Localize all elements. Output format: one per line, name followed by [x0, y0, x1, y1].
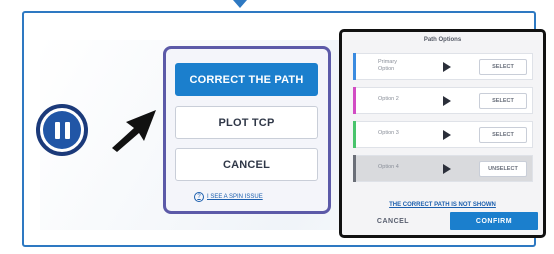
confirm-button[interactable]: CONFIRM: [450, 212, 538, 230]
option-select-button[interactable]: SELECT: [479, 93, 527, 109]
option-label: Primary Option: [378, 59, 397, 72]
option-select-button[interactable]: UNSELECT: [479, 161, 527, 177]
option-label: Option 3: [378, 130, 399, 136]
option-color-bar: [353, 155, 356, 182]
help-icon: ?: [194, 192, 204, 202]
option-label: Option 2: [378, 96, 399, 102]
panel-title: Path Options: [423, 37, 462, 43]
path-option-row[interactable]: Primary Option SELECT: [353, 53, 533, 80]
pause-icon: [43, 111, 81, 149]
play-icon[interactable]: [443, 130, 451, 140]
play-icon[interactable]: [443, 164, 451, 174]
option-color-bar: [353, 53, 356, 80]
frame-pointer: [233, 0, 247, 8]
option-color-bar: [353, 121, 356, 148]
correct-path-button[interactable]: CORRECT THE PATH: [175, 63, 318, 96]
spin-issue-link[interactable]: ? I SEE A SPIN ISSUE: [194, 192, 263, 202]
path-not-shown-link[interactable]: THE CORRECT PATH IS NOT SHOWN: [342, 202, 543, 208]
pause-button[interactable]: [36, 104, 88, 156]
path-option-row[interactable]: Option 3 SELECT: [353, 121, 533, 148]
spin-issue-label: I SEE A SPIN ISSUE: [207, 194, 263, 200]
option-select-button[interactable]: SELECT: [479, 127, 527, 143]
pause-menu: CORRECT THE PATH PLOT TCP CANCEL ? I SEE…: [163, 46, 331, 214]
panel-cancel-button[interactable]: CANCEL: [350, 212, 436, 230]
play-icon[interactable]: [443, 62, 451, 72]
option-select-button[interactable]: SELECT: [479, 59, 527, 75]
play-icon[interactable]: [443, 96, 451, 106]
plot-tcp-button[interactable]: PLOT TCP: [175, 106, 318, 139]
option-color-bar: [353, 87, 356, 114]
path-option-row[interactable]: Option 4 UNSELECT: [353, 155, 533, 182]
cursor-arrow-icon: [112, 110, 156, 152]
option-label: Option 4: [378, 164, 399, 170]
path-option-row[interactable]: Option 2 SELECT: [353, 87, 533, 114]
path-options-panel: Path Options Primary Option SELECT Option …: [339, 29, 546, 238]
cancel-button[interactable]: CANCEL: [175, 148, 318, 181]
